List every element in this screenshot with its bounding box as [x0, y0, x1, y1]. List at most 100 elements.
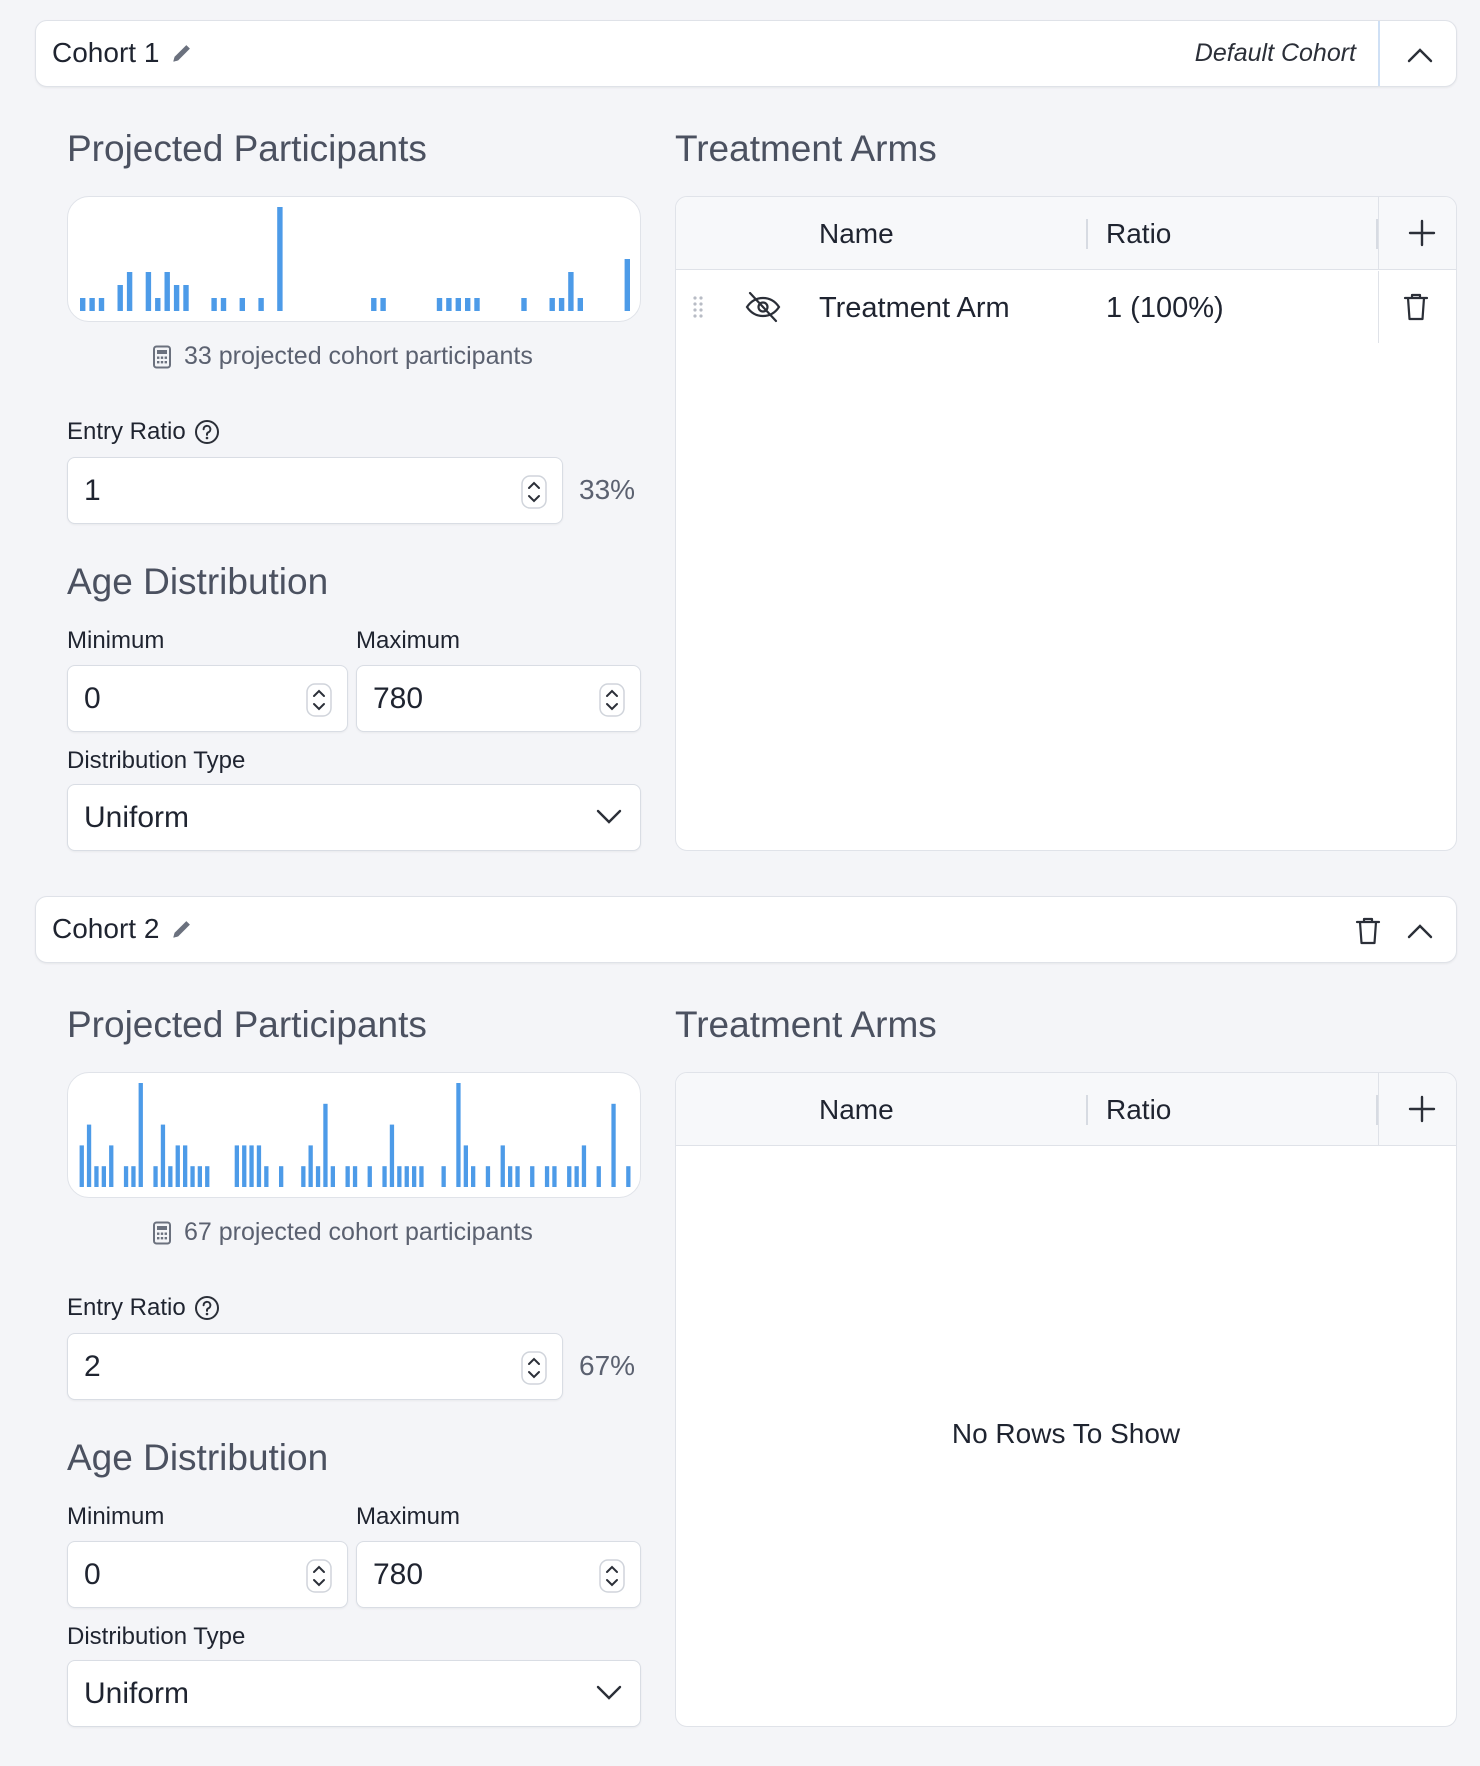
histogram-bar — [515, 1166, 520, 1187]
histogram-bar — [352, 1166, 358, 1187]
histogram-bar — [308, 1145, 313, 1187]
distribution-type-select[interactable]: Uniform — [67, 1660, 641, 1727]
table-header: Name Ratio — [676, 197, 1456, 270]
column-header-name[interactable]: Name — [819, 218, 894, 250]
histogram-bar — [574, 1166, 579, 1187]
column-separator — [1086, 219, 1088, 249]
entry-ratio-value: 2 — [84, 1350, 101, 1383]
histogram-bar — [446, 298, 452, 311]
histogram-bar — [86, 1124, 92, 1187]
entry-ratio-percent: 67% — [579, 1350, 636, 1381]
table-row[interactable]: Treatment Arm 1 (100%) — [676, 271, 1456, 343]
delete-cohort-button[interactable] — [1350, 913, 1386, 949]
histogram-bar — [123, 1166, 129, 1187]
histogram-bar — [131, 1166, 136, 1187]
histogram-bar — [549, 298, 555, 311]
spinner-icon[interactable] — [305, 1559, 333, 1593]
cohort-1-title: Cohort 1 — [52, 37, 160, 68]
entry-ratio-input[interactable]: 1 — [67, 457, 563, 524]
histogram-bar — [117, 285, 123, 311]
cohort-2-header[interactable]: Cohort 2 — [35, 896, 1457, 963]
chevron-down-icon — [596, 809, 622, 824]
age-maximum-input[interactable]: 780 — [356, 665, 641, 732]
histogram-bar — [380, 298, 386, 311]
entry-ratio-percent: 33% — [579, 474, 636, 505]
calculator-icon — [153, 1221, 171, 1244]
cohort-2-title: Cohort 2 — [52, 913, 160, 944]
histogram-bar — [558, 298, 565, 311]
collapse-button[interactable] — [1402, 37, 1438, 73]
histogram-bar — [211, 298, 217, 311]
histogram-bar — [521, 298, 527, 311]
help-circle-icon[interactable] — [194, 1295, 220, 1321]
histogram-bar — [279, 1166, 284, 1187]
entry-ratio-label-text: Entry Ratio — [67, 418, 186, 445]
histogram-bar — [323, 1103, 328, 1187]
histogram-bar — [242, 1145, 247, 1187]
entry-ratio-label: Entry Ratio — [67, 1294, 220, 1322]
histogram-bar — [330, 1166, 335, 1187]
entry-ratio-input[interactable]: 2 — [67, 1333, 563, 1400]
entry-ratio-value: 1 — [84, 474, 101, 507]
column-separator — [1086, 1095, 1088, 1125]
minimum-label: Minimum — [67, 627, 165, 654]
column-header-ratio[interactable]: Ratio — [1106, 218, 1171, 250]
treatment-arms-table: Name Ratio Treatment Arm 1 (100%) — [675, 196, 1457, 851]
histogram-bar — [624, 259, 630, 311]
histogram-bar — [264, 1166, 269, 1187]
histogram-bar — [145, 272, 152, 311]
histogram-bar — [456, 1083, 461, 1187]
spinner-icon[interactable] — [598, 1559, 626, 1593]
histogram-svg — [80, 207, 630, 311]
histogram-bar — [441, 1166, 446, 1187]
projected-participants-heading: Projected Participants — [67, 1004, 427, 1045]
age-maximum-input[interactable]: 780 — [356, 1541, 641, 1608]
spinner-icon[interactable] — [520, 475, 548, 509]
treatment-arms-heading: Treatment Arms — [675, 1004, 937, 1045]
histogram-bar — [315, 1166, 321, 1187]
help-circle-icon[interactable] — [194, 419, 220, 445]
trash-icon — [1355, 917, 1381, 945]
projected-count-text: 33 projected cohort participants — [184, 342, 533, 370]
drag-handle-icon[interactable] — [692, 295, 704, 319]
spinner-icon[interactable] — [305, 683, 333, 717]
histogram-bar — [552, 1166, 557, 1187]
histogram-bar — [577, 298, 583, 311]
age-distribution-heading: Age Distribution — [67, 1437, 329, 1478]
add-arm-plus-icon[interactable] — [1404, 215, 1440, 251]
distribution-type-select[interactable]: Uniform — [67, 784, 641, 851]
age-minimum-input[interactable]: 0 — [67, 1541, 348, 1608]
cohort-1-header[interactable]: Cohort 1 Default Cohort — [35, 20, 1457, 87]
histogram-bar — [155, 298, 161, 311]
default-cohort-label: Default Cohort — [1194, 39, 1356, 67]
histogram-bar — [455, 298, 461, 311]
column-header-ratio[interactable]: Ratio — [1106, 1094, 1171, 1126]
spinner-icon[interactable] — [520, 1351, 548, 1385]
edit-pencil-icon[interactable] — [169, 916, 195, 942]
histogram-bar — [404, 1166, 409, 1187]
histogram-bar — [508, 1166, 513, 1187]
distribution-type-value: Uniform — [84, 1677, 190, 1710]
header-divider — [1378, 21, 1380, 86]
cohort-2-title-group: Cohort 2 — [52, 913, 195, 945]
eye-off-icon[interactable] — [744, 289, 782, 325]
histogram-bar — [371, 298, 377, 311]
spinner-icon[interactable] — [598, 683, 626, 717]
trash-icon[interactable] — [1402, 291, 1430, 323]
histogram-svg — [79, 1083, 631, 1187]
histogram-bar — [463, 1145, 468, 1187]
histogram-bar — [465, 298, 471, 311]
add-arm-plus-icon[interactable] — [1404, 1091, 1440, 1127]
cohort-1-title-group: Cohort 1 — [52, 37, 195, 69]
age-minimum-input[interactable]: 0 — [67, 665, 348, 732]
collapse-button[interactable] — [1402, 913, 1438, 949]
histogram-bar — [249, 1145, 254, 1187]
minimum-label: Minimum — [67, 1503, 165, 1530]
age-minimum-value: 0 — [84, 682, 101, 715]
histogram-bar — [89, 298, 95, 311]
histogram-bar — [500, 1145, 505, 1187]
column-header-name[interactable]: Name — [819, 1094, 894, 1126]
chevron-up-icon — [1407, 924, 1433, 939]
column-divider — [1378, 197, 1379, 270]
edit-pencil-icon[interactable] — [169, 40, 195, 66]
